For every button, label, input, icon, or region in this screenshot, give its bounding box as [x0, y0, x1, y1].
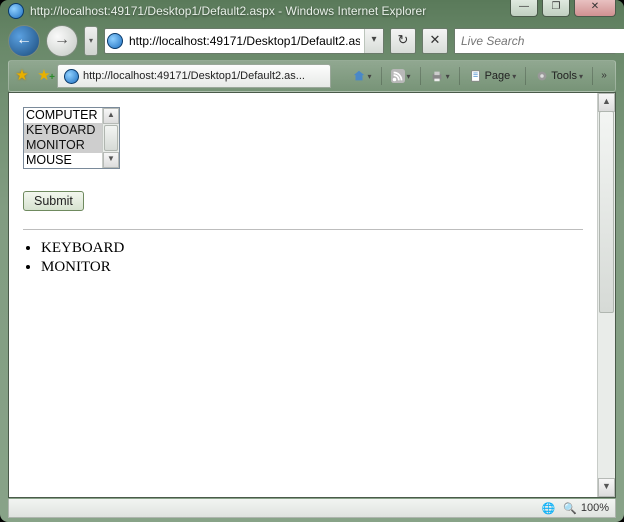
toolbar-separator [459, 67, 460, 85]
submit-button[interactable]: Submit [23, 191, 84, 211]
page-menu-label: Page [485, 70, 511, 82]
recent-pages-dropdown[interactable]: ▾ [84, 26, 98, 56]
address-input[interactable] [125, 29, 364, 53]
browser-tab[interactable]: http://localhost:49171/Desktop1/Default2… [57, 64, 331, 88]
zoom-value: 100% [581, 502, 609, 514]
toolbar-separator [525, 67, 526, 85]
listbox-option[interactable]: COMPUTER [24, 108, 102, 123]
refresh-button[interactable]: ↻ [390, 28, 416, 54]
scroll-up-arrow[interactable]: ▲ [598, 93, 615, 112]
home-button[interactable]: ▾ [347, 64, 377, 88]
toolbar-separator [592, 67, 593, 85]
zoom-icon: 🔍 [563, 502, 577, 515]
scroll-down-arrow[interactable]: ▼ [103, 152, 119, 168]
toolbar-separator [381, 67, 382, 85]
window-buttons: — ❐ ✕ [510, 0, 616, 17]
back-button[interactable]: ← [8, 25, 40, 57]
toolbar-separator [420, 67, 421, 85]
search-bar: 🔍 ▾ [454, 28, 616, 54]
page-scrollbar[interactable]: ▲ ▼ [597, 93, 615, 497]
items-select[interactable]: COMPUTERKEYBOARDMONITORMOUSE [24, 108, 102, 168]
client-area: COMPUTERKEYBOARDMONITORMOUSE ▲ ▼ Submit … [8, 92, 616, 498]
minimize-button[interactable]: — [510, 0, 538, 17]
forward-button[interactable]: → [46, 25, 78, 57]
ie-icon [64, 69, 79, 84]
gear-icon [535, 69, 549, 83]
ie-icon [107, 33, 123, 49]
maximize-button[interactable]: ❐ [542, 0, 570, 17]
scroll-up-arrow[interactable]: ▲ [103, 108, 119, 124]
stop-button[interactable]: ✕ [422, 28, 448, 54]
zone-icon: 🌐 [541, 502, 555, 515]
home-icon [352, 69, 366, 83]
close-button[interactable]: ✕ [574, 0, 616, 17]
page-menu-button[interactable]: Page▾ [464, 64, 522, 88]
scroll-thumb[interactable] [599, 111, 614, 313]
address-bar: ▾ [104, 28, 384, 54]
favorites-icon[interactable]: ★ [13, 67, 31, 85]
scroll-down-arrow[interactable]: ▼ [598, 478, 615, 497]
address-favicon [105, 29, 125, 53]
tools-menu-button[interactable]: Tools▾ [530, 64, 588, 88]
divider [23, 229, 583, 230]
nav-row: ← → ▾ ▾ ↻ ✕ 🔍 ▾ [8, 26, 616, 56]
address-dropdown[interactable]: ▾ [364, 29, 383, 53]
listbox-option[interactable]: MONITOR [24, 138, 102, 153]
rss-icon [391, 69, 405, 83]
page-body: COMPUTERKEYBOARDMONITORMOUSE ▲ ▼ Submit … [9, 93, 597, 497]
toolbar-overflow[interactable]: » [597, 65, 611, 87]
browser-window: http://localhost:49171/Desktop1/Default2… [0, 0, 624, 522]
result-item: MONITOR [41, 259, 583, 276]
listbox-option[interactable]: MOUSE [24, 153, 102, 168]
page-icon [469, 69, 483, 83]
results-list: KEYBOARD MONITOR [41, 240, 583, 276]
listbox-option[interactable]: KEYBOARD [24, 123, 102, 138]
listbox-scrollbar[interactable]: ▲ ▼ [102, 108, 119, 168]
feeds-button[interactable]: ▾ [386, 64, 416, 88]
tab-label: http://localhost:49171/Desktop1/Default2… [83, 70, 305, 82]
ie-icon [8, 3, 24, 19]
add-favorite-icon[interactable]: ★ [35, 67, 53, 85]
window-title: http://localhost:49171/Desktop1/Default2… [30, 4, 426, 18]
toolbar-row: ★ ★ http://localhost:49171/Desktop1/Defa… [8, 60, 616, 92]
items-listbox: COMPUTERKEYBOARDMONITORMOUSE ▲ ▼ [23, 107, 120, 169]
result-item: KEYBOARD [41, 240, 583, 257]
print-icon [430, 69, 444, 83]
scroll-thumb[interactable] [104, 125, 118, 151]
tools-menu-label: Tools [551, 70, 577, 82]
search-input[interactable] [455, 29, 624, 53]
print-button[interactable]: ▾ [425, 64, 455, 88]
status-bar: 🌐 🔍 100% [8, 499, 616, 518]
zoom-control[interactable]: 🔍 100% [563, 502, 609, 515]
